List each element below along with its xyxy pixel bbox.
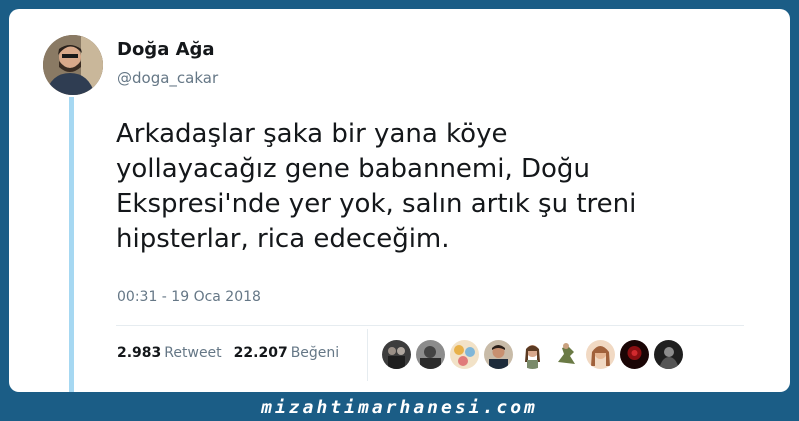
- like-stat[interactable]: 22.207 Beğeni: [234, 345, 340, 361]
- liker-avatar-1[interactable]: [382, 340, 411, 369]
- like-label: Beğeni: [290, 345, 340, 361]
- liker-avatar-8[interactable]: [620, 340, 649, 369]
- user-handle[interactable]: @doga_cakar: [117, 69, 218, 87]
- retweet-label: Retweet: [164, 345, 222, 361]
- liker-avatar-5[interactable]: [518, 340, 547, 369]
- liker-avatar-7[interactable]: [586, 340, 615, 369]
- liker-avatar-3[interactable]: [450, 340, 479, 369]
- retweet-count: 2.983: [117, 345, 162, 361]
- display-name[interactable]: Doğa Ağa: [117, 39, 215, 60]
- engagement-stats: 2.983 Retweet 22.207 Beğeni: [117, 345, 339, 361]
- liker-avatar-9[interactable]: [654, 340, 683, 369]
- avatar-image: [43, 35, 103, 95]
- stats-separator: [367, 329, 368, 381]
- divider-top: [116, 325, 744, 326]
- liker-avatar-6[interactable]: [552, 340, 581, 369]
- tweet-timestamp[interactable]: 00:31 - 19 Oca 2018: [117, 289, 261, 305]
- liker-avatar-4[interactable]: [484, 340, 513, 369]
- tweet-text: Arkadaşlar şaka bir yana köye yollayacağ…: [116, 119, 637, 254]
- avatar[interactable]: [43, 35, 103, 95]
- thread-line: [69, 97, 74, 392]
- likers-avatars: [382, 340, 683, 369]
- tweet-card: Doğa Ağa @doga_cakar Arkadaşlar şaka bir…: [9, 9, 790, 392]
- site-watermark: mizahtimarhanesi.com: [261, 397, 538, 418]
- liker-avatar-2[interactable]: [416, 340, 445, 369]
- like-count: 22.207: [233, 345, 288, 361]
- retweet-stat[interactable]: 2.983 Retweet: [117, 345, 222, 361]
